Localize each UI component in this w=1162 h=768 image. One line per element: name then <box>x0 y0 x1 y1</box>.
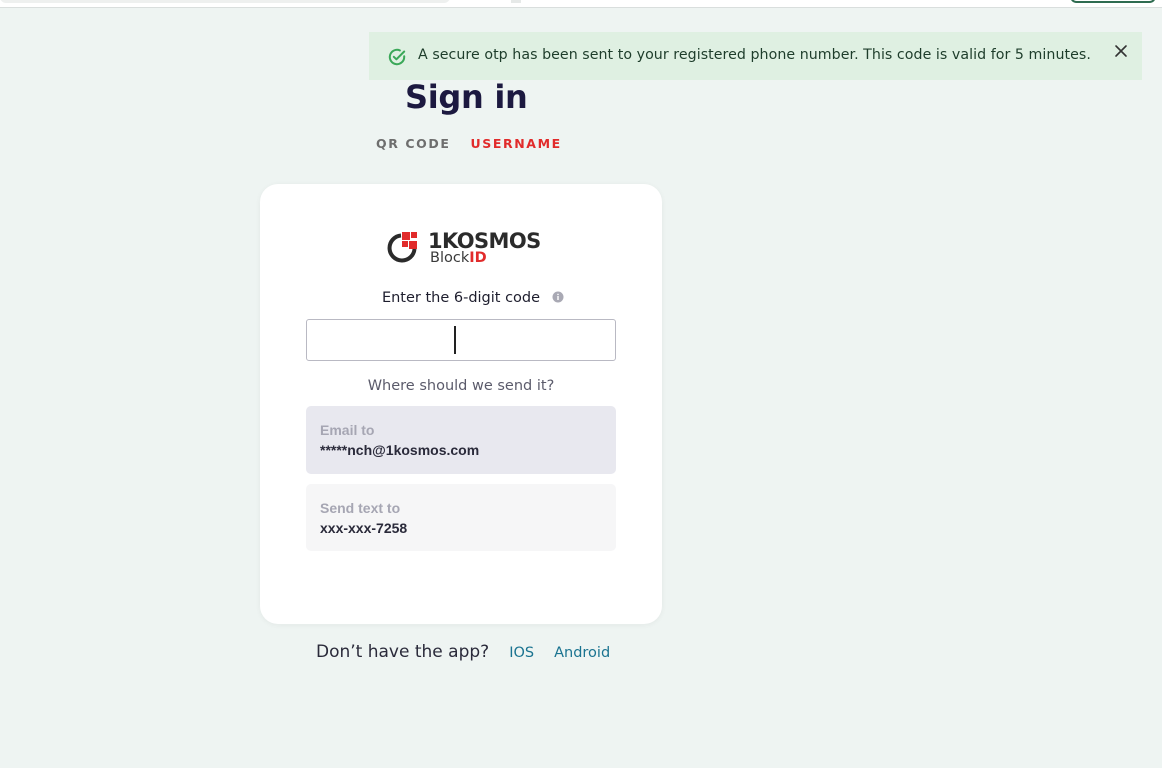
tab-username[interactable]: USERNAME <box>471 136 562 151</box>
send-option-text[interactable]: Send text to xxx-xxx-7258 <box>306 484 616 551</box>
tab-qr-code[interactable]: QR CODE <box>376 136 451 151</box>
ios-link[interactable]: IOS <box>509 645 534 661</box>
otp-card: 1KOSMOS BlockID Enter the 6-digit code W… <box>260 184 662 624</box>
text-caret <box>454 326 456 354</box>
otp-code-input[interactable] <box>306 319 616 361</box>
info-icon[interactable] <box>552 291 564 303</box>
toast-message: A secure otp has been sent to your regis… <box>418 47 1091 63</box>
success-toast: A secure otp has been sent to your regis… <box>369 32 1142 80</box>
send-prompt: Where should we send it? <box>367 378 555 394</box>
check-circle-icon <box>388 48 406 66</box>
send-option-email[interactable]: Email to *****nch@1kosmos.com <box>306 406 616 474</box>
brand-subtitle-prefix: Block <box>430 250 470 266</box>
brand-subtitle: BlockID <box>430 250 487 266</box>
logo-mark-icon <box>387 232 417 263</box>
brand-subtitle-suffix: ID <box>469 250 487 266</box>
close-icon[interactable] <box>1114 44 1128 58</box>
android-link[interactable]: Android <box>554 645 610 661</box>
option-value: *****nch@1kosmos.com <box>320 442 480 458</box>
brand-logo: 1KOSMOS BlockID <box>385 229 541 268</box>
option-label: Email to <box>320 422 375 438</box>
code-label: Enter the 6-digit code <box>381 290 541 306</box>
sign-in-tabs: QR CODE USERNAME <box>376 136 562 151</box>
browser-top-strip <box>0 0 1162 8</box>
page-title: Sign in <box>405 78 528 116</box>
button-remnant[interactable] <box>1070 0 1156 3</box>
divider <box>511 0 521 3</box>
app-download-footer: Don’t have the app? IOS Android <box>316 642 610 662</box>
option-label: Send text to <box>320 500 401 516</box>
tab-remnant <box>0 0 450 3</box>
app-question: Don’t have the app? <box>316 642 490 662</box>
option-value: xxx-xxx-7258 <box>320 520 408 536</box>
